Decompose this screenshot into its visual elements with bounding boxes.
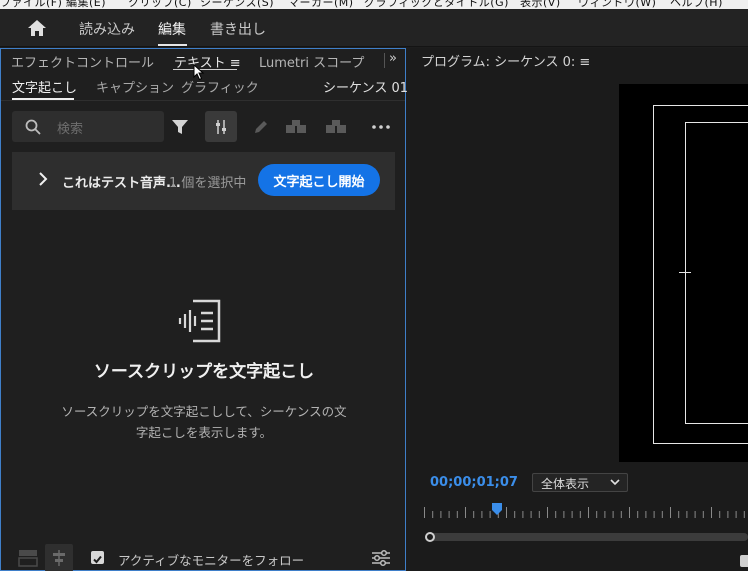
- menu-graphics[interactable]: グラフィックとタイトル(G): [364, 0, 509, 9]
- playhead-timecode[interactable]: 00;00;01;07: [430, 475, 518, 490]
- zoom-scrollbar[interactable]: [425, 533, 748, 541]
- active-tab-indicator: [173, 69, 237, 70]
- empty-state-title: ソースクリップを文字起こし: [93, 362, 315, 382]
- subtab-graphics[interactable]: グラフィック: [181, 77, 259, 96]
- program-monitor-title[interactable]: プログラム: シーケンス 0: ≡: [421, 51, 590, 70]
- zoom-scrollbar-handle[interactable]: [425, 532, 435, 542]
- panel-footer: アクティブなモニターをフォロー: [1, 543, 405, 571]
- search-icon: [25, 119, 41, 135]
- selection-count: 1 個を選択中: [169, 176, 247, 191]
- active-subtab-indicator: [12, 98, 74, 100]
- sliders-settings-icon[interactable]: [367, 544, 395, 571]
- program-monitor: プログラム: シーケンス 0: ≡ 00;00;01;07 全体表示: [410, 48, 748, 571]
- split-segment-icon[interactable]: [280, 111, 312, 142]
- video-preview[interactable]: [619, 84, 748, 462]
- edit-pencil-icon[interactable]: [245, 111, 277, 142]
- workspace-tab-export[interactable]: 書き出し: [210, 19, 266, 39]
- chevron-down-icon: [610, 479, 620, 486]
- sequence-label: シーケンス 01: [323, 81, 409, 96]
- clip-name: これはテスト音声...: [62, 176, 181, 191]
- filter-icon[interactable]: [164, 111, 196, 142]
- text-subtabs: 文字起こし キャプション グラフィック シーケンス 01: [1, 71, 409, 101]
- workspace-tab-edit[interactable]: 編集: [158, 19, 186, 39]
- more-options-icon[interactable]: [365, 111, 397, 142]
- start-transcription-button[interactable]: 文字起こし開始: [258, 164, 380, 196]
- transcript-icon: [178, 299, 221, 343]
- tab-divider: [384, 53, 385, 68]
- follow-monitor-checkbox[interactable]: [91, 551, 104, 564]
- empty-state-description: ソースクリップを文字起こしして、シーケンスの文字起こしを表示します。: [61, 404, 347, 440]
- menu-bar: ファイル(F) 編集(E) クリップ(C) シーケンス(S) マーカー(M) グ…: [0, 0, 748, 9]
- caption-track-icon[interactable]: [14, 544, 42, 571]
- menu-sequence[interactable]: シーケンス(S): [200, 0, 274, 9]
- menu-clip[interactable]: クリップ(C): [128, 0, 192, 9]
- menu-edit[interactable]: 編集(E): [66, 0, 106, 9]
- menu-window[interactable]: ウィンドウ(W): [578, 0, 656, 9]
- active-workspace-indicator: [158, 44, 187, 46]
- follow-monitor-label: アクティブなモニターをフォロー: [118, 553, 305, 568]
- search-field[interactable]: 検索: [12, 111, 164, 142]
- workspace-header: 読み込み 編集 書き出し: [0, 9, 748, 47]
- menu-help[interactable]: ヘルプ(H): [670, 0, 723, 9]
- menu-view[interactable]: 表示(V): [520, 0, 561, 9]
- checkmark-icon: [93, 555, 102, 564]
- tab-effect-controls[interactable]: エフェクトコントロール: [11, 52, 154, 71]
- tab-lumetri-scopes[interactable]: Lumetri スコープ: [259, 52, 364, 71]
- search-input[interactable]: 検索: [57, 118, 83, 137]
- text-panel: エフェクトコントロール テキスト ≡ Lumetri スコープ » 文字起こし …: [0, 48, 409, 571]
- panel-edge-control[interactable]: [740, 555, 748, 567]
- menu-marker[interactable]: マーカー(M): [288, 0, 354, 9]
- playhead-icon[interactable]: [492, 503, 502, 515]
- transcript-settings-icon[interactable]: [205, 111, 237, 142]
- align-icon[interactable]: [45, 544, 73, 571]
- workspace-tab-import[interactable]: 読み込み: [79, 19, 135, 39]
- title-safe-inner: [685, 122, 748, 424]
- time-ruler[interactable]: [424, 506, 748, 520]
- panel-overflow-button[interactable]: »: [389, 51, 397, 66]
- subtab-captions[interactable]: キャプション: [96, 77, 174, 96]
- subtab-transcript[interactable]: 文字起こし: [12, 77, 77, 96]
- zoom-dropdown-value: 全体表示: [541, 477, 590, 491]
- merge-segment-icon[interactable]: [320, 111, 352, 142]
- menu-file[interactable]: ファイル(F): [0, 0, 62, 9]
- home-icon[interactable]: [26, 18, 48, 38]
- chevron-right-icon[interactable]: [38, 171, 48, 187]
- zoom-dropdown[interactable]: 全体表示: [532, 473, 628, 492]
- panel-tabs: エフェクトコントロール テキスト ≡ Lumetri スコープ »: [1, 49, 405, 81]
- center-mark-vertical: [685, 267, 686, 278]
- clip-selection-bar: これはテスト音声... 1 個を選択中 文字起こし開始: [12, 152, 395, 210]
